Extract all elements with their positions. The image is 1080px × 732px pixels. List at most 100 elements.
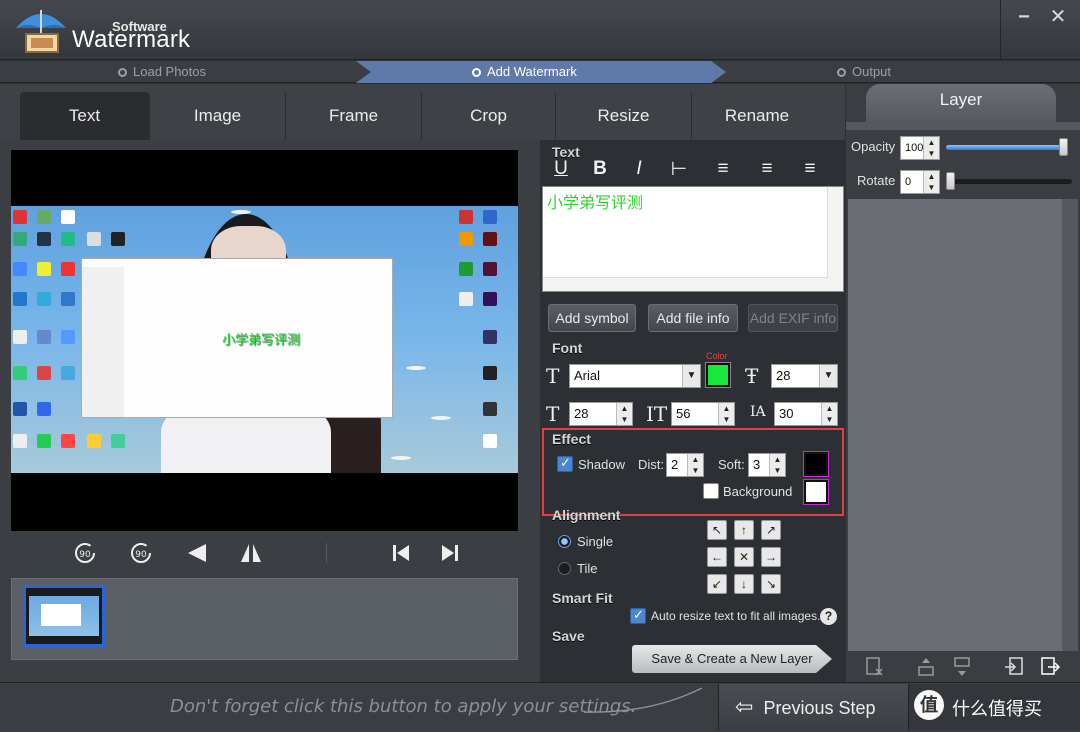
align-top-icon[interactable]: ↑: [734, 520, 754, 540]
add-file-info-button[interactable]: Add file info: [648, 304, 738, 332]
move-layer-up-icon[interactable]: [914, 655, 938, 679]
step-load-photos[interactable]: Load Photos: [118, 61, 206, 83]
step-add-watermark[interactable]: Add Watermark: [472, 61, 577, 83]
align-right-icon[interactable]: ≡: [799, 158, 821, 184]
tab-crop[interactable]: Crop: [422, 92, 556, 140]
help-icon[interactable]: ?: [820, 608, 837, 625]
watermark-text-preview[interactable]: 小学弟写评测: [222, 329, 300, 348]
spinner-arrows-icon[interactable]: ▲ ▼: [616, 403, 632, 425]
auto-resize-label: Auto resize text to fit all images.: [651, 609, 821, 623]
underline-button[interactable]: U: [550, 158, 572, 184]
layer-list-scrollbar[interactable]: [1062, 199, 1078, 651]
shadow-checkbox[interactable]: [557, 455, 573, 472]
background-color-swatch[interactable]: [803, 479, 829, 505]
background-checkbox[interactable]: [703, 483, 719, 499]
close-button[interactable]: ✕: [1044, 6, 1072, 28]
rotate-slider-track[interactable]: [946, 179, 1072, 184]
flip-horizontal-icon[interactable]: [184, 540, 210, 566]
previous-step-button[interactable]: ⇦ Previous Step: [718, 684, 908, 730]
tab-rename[interactable]: Rename: [692, 92, 822, 140]
thumbnail-strip: [11, 578, 518, 660]
watermark-text-input[interactable]: 小学弟写评测: [542, 186, 844, 292]
auto-resize-checkbox[interactable]: [630, 607, 646, 624]
tab-frame[interactable]: Frame: [286, 92, 422, 140]
opacity-slider-thumb[interactable]: [1059, 138, 1068, 156]
opacity-slider-track[interactable]: [946, 145, 1068, 150]
letter-spacing-stepper[interactable]: 30 ▲ ▼: [774, 402, 838, 426]
app-title: Watermark: [72, 26, 191, 53]
rotate-stepper[interactable]: 0 ▲ ▼: [900, 170, 940, 194]
spinner-arrows-icon[interactable]: ▲ ▼: [923, 171, 939, 193]
align-bottom-right-icon[interactable]: ↘: [761, 574, 781, 594]
align-top-right-icon[interactable]: ↗: [761, 520, 781, 540]
thumbnail-image: [29, 596, 99, 636]
layer-panel-band: [846, 122, 1080, 130]
textarea-horizontal-scrollbar[interactable]: [543, 277, 829, 291]
opacity-stepper[interactable]: 100 ▲ ▼: [900, 136, 940, 160]
text-width-icon: T: [546, 402, 560, 426]
add-exif-info-button[interactable]: Add EXIF info: [748, 304, 838, 332]
spinner-arrows-icon[interactable]: ▲ ▼: [923, 137, 939, 159]
step-label: Output: [852, 64, 892, 79]
thumbnail-item[interactable]: [23, 585, 105, 647]
align-center-icon[interactable]: ≡: [756, 158, 778, 184]
step-dot-icon: [837, 68, 846, 77]
next-image-icon[interactable]: [437, 540, 463, 566]
flip-vertical-icon[interactable]: [238, 540, 264, 566]
rotate-slider-thumb[interactable]: [946, 172, 955, 190]
previous-image-icon[interactable]: [388, 540, 414, 566]
delete-layer-icon[interactable]: [862, 655, 886, 679]
minimize-button[interactable]: −: [1010, 6, 1038, 28]
spinner-arrows-icon[interactable]: ▲ ▼: [718, 403, 734, 425]
align-bottom-left-icon[interactable]: ↙: [707, 574, 727, 594]
align-right-position-icon[interactable]: →: [761, 547, 781, 567]
align-top-left-icon[interactable]: ↖: [707, 520, 727, 540]
align-left-position-icon[interactable]: ←: [707, 547, 727, 567]
spinner-arrows-icon[interactable]: ▲ ▼: [687, 454, 703, 476]
spinner-arrows-icon[interactable]: ▲ ▼: [821, 403, 837, 425]
spinner-arrows-icon[interactable]: ▲ ▼: [769, 454, 785, 476]
controls-divider: [326, 543, 327, 563]
line-height-stepper[interactable]: 56 ▲ ▼: [671, 402, 735, 426]
italic-button[interactable]: I: [628, 158, 650, 184]
tab-resize[interactable]: Resize: [556, 92, 692, 140]
alignment-section-label: Alignment: [552, 507, 621, 523]
preview-photo: 小学弟写评测: [11, 206, 518, 473]
single-radio[interactable]: [558, 535, 571, 548]
font-size-icon: Ŧ: [745, 364, 759, 388]
font-color-swatch[interactable]: [705, 362, 731, 388]
bold-button[interactable]: B: [589, 158, 611, 184]
seagull: [231, 210, 251, 214]
import-layer-icon[interactable]: [1002, 655, 1026, 679]
layer-list[interactable]: [848, 199, 1062, 651]
move-layer-down-icon[interactable]: [950, 655, 974, 679]
rotate-left-90-icon[interactable]: 90: [72, 540, 98, 566]
screenshot-window: 小学弟写评测: [81, 258, 393, 418]
shadow-softness-stepper[interactable]: 3 ▲ ▼: [748, 453, 786, 477]
save-section-label: Save: [552, 628, 585, 644]
textarea-vertical-scrollbar[interactable]: [827, 187, 843, 291]
text-width-stepper[interactable]: 28 ▲ ▼: [569, 402, 633, 426]
screenshot-window-sidebar: [82, 267, 124, 417]
line-height-icon: IT: [646, 402, 668, 426]
vertical-text-button[interactable]: ⊢: [668, 158, 690, 184]
shadow-color-swatch[interactable]: [803, 451, 829, 477]
font-name-select[interactable]: Arial ▼: [569, 364, 701, 388]
align-bottom-icon[interactable]: ↓: [734, 574, 754, 594]
tab-text[interactable]: Text: [20, 92, 150, 140]
align-center-position-icon[interactable]: ✕: [734, 547, 754, 567]
hint-arrow-icon: [583, 687, 703, 713]
tile-radio[interactable]: [558, 562, 571, 575]
step-output[interactable]: Output: [837, 61, 891, 83]
shadow-distance-stepper[interactable]: 2 ▲ ▼: [666, 453, 704, 477]
align-left-icon[interactable]: ≡: [712, 158, 734, 184]
add-symbol-button[interactable]: Add symbol: [548, 304, 636, 332]
watermark-text-value: 小学弟写评测: [547, 195, 644, 212]
save-create-layer-button[interactable]: Save & Create a New Layer: [632, 645, 832, 673]
svg-text:90: 90: [79, 550, 91, 560]
layer-panel-title: Layer: [866, 84, 1056, 124]
font-size-select[interactable]: 28 ▼: [771, 364, 838, 388]
rotate-right-90-icon[interactable]: 90: [128, 540, 154, 566]
tab-image[interactable]: Image: [150, 92, 286, 140]
export-layer-icon[interactable]: [1038, 655, 1062, 679]
